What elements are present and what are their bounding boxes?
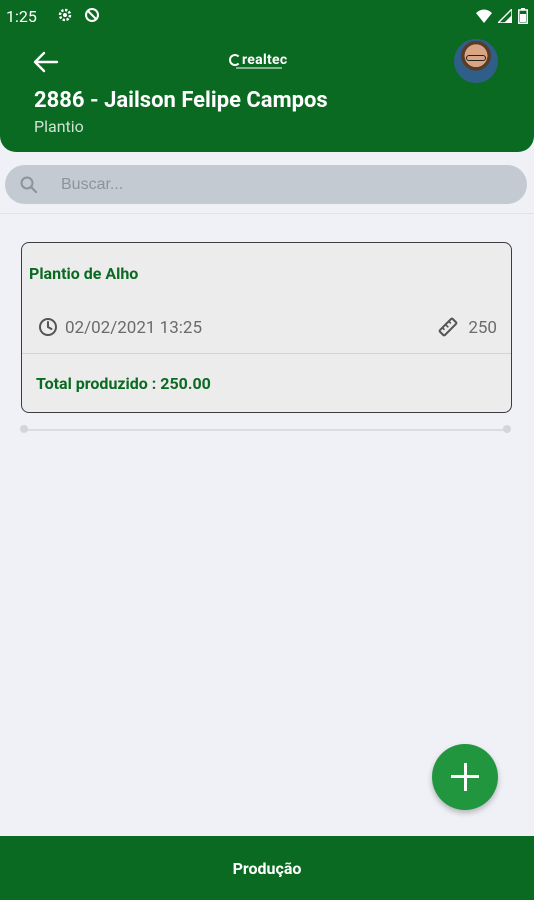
search-bar[interactable] [5, 165, 527, 204]
realtec-logo: realtec [229, 52, 287, 68]
back-arrow-icon[interactable] [32, 50, 60, 74]
battery-icon [518, 8, 528, 28]
wifi-icon [476, 8, 492, 28]
card-total: Total produzido : 250.00 [36, 374, 211, 393]
add-button[interactable] [432, 744, 498, 810]
signal-icon [496, 7, 513, 28]
gear-icon [57, 7, 73, 27]
bottom-nav-label: Produção [232, 858, 302, 878]
scroll-start-dot [20, 425, 28, 433]
clock-icon [38, 317, 58, 337]
search-input[interactable] [61, 165, 501, 204]
search-icon [19, 175, 39, 195]
app-header: 1:25 realtec 2886 - Jailson Felipe Campo… [0, 0, 534, 152]
card-quantity: 250 [468, 318, 497, 338]
horizontal-scrollbar[interactable] [24, 429, 508, 431]
avatar-glasses [466, 55, 486, 61]
logo-tagline [236, 67, 282, 69]
bottom-nav[interactable]: Produção [0, 836, 534, 900]
card-divider [22, 353, 511, 354]
avatar[interactable] [454, 39, 498, 83]
card-datetime: 02/02/2021 13:25 [65, 318, 203, 338]
status-time: 1:25 [6, 7, 37, 26]
scroll-end-dot [503, 425, 511, 433]
card-title: Plantio de Alho [29, 264, 139, 283]
divider [0, 213, 534, 214]
dnd-icon [84, 7, 100, 27]
plus-icon-vertical [463, 763, 467, 791]
page-subtitle: Plantio [34, 117, 84, 136]
production-card[interactable]: Plantio de Alho 02/02/2021 13:25 250 Tot… [21, 242, 512, 413]
status-bar: 1:25 [0, 0, 534, 34]
ruler-icon [438, 317, 458, 337]
page-title: 2886 - Jailson Felipe Campos [34, 88, 328, 113]
